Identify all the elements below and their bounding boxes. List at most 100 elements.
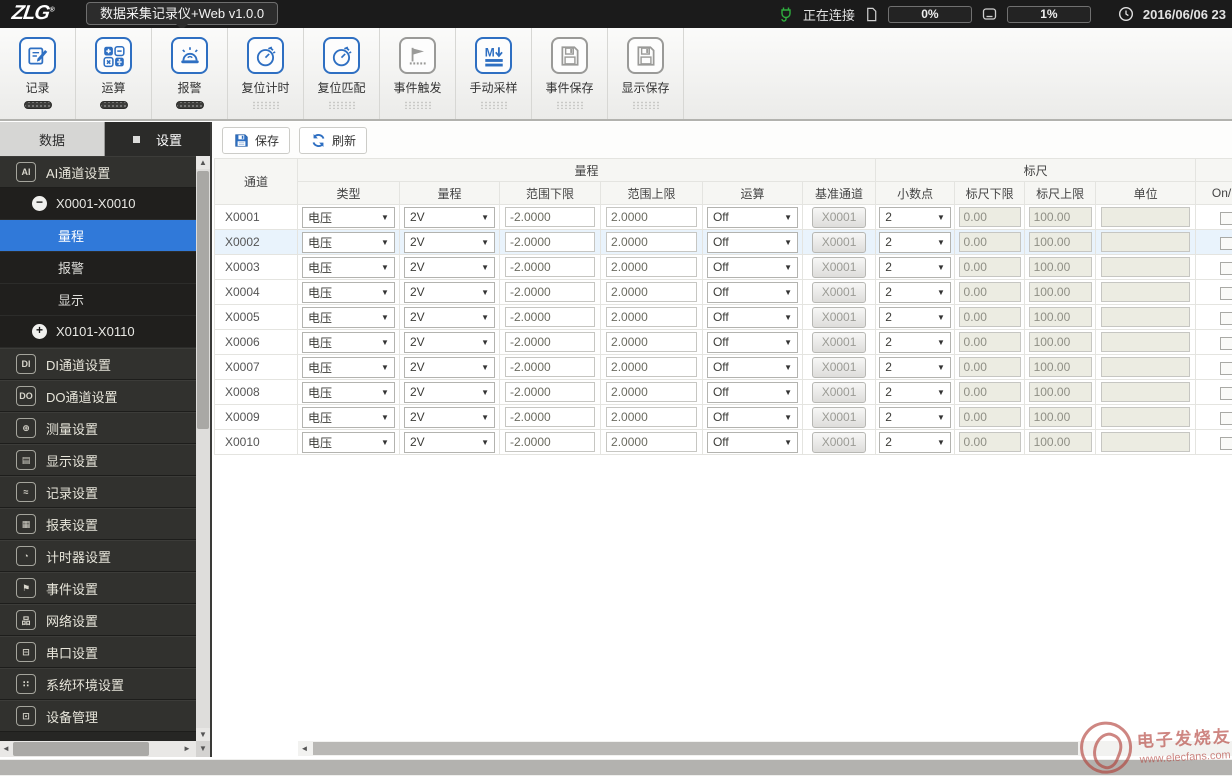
menu-report-set[interactable]: ▦ 报表设置 [0,508,196,540]
onoff-checkbox[interactable] [1220,311,1232,325]
menu-ai-channel[interactable]: AI AI通道设置 [0,156,196,188]
range-low-input[interactable] [505,282,595,302]
calc-select[interactable]: Off ▼ [706,206,799,228]
menu-x0101-x0110[interactable]: + X0101-X0110 [0,316,196,348]
decimal-select[interactable]: 2 ▼ [879,406,951,428]
decimal-select[interactable]: 2 ▼ [879,206,951,228]
menu-range[interactable]: 量程 [0,220,196,252]
range-low-input[interactable] [505,232,595,252]
sidebar-vscroll-thumb[interactable] [197,171,209,429]
range-high-input[interactable] [606,232,697,252]
menu-x0001-x0010[interactable]: − X0001-X0010 [0,188,196,220]
calc-select[interactable]: Off ▼ [706,356,799,378]
range-high-input[interactable] [606,432,697,452]
tree-expander-icon[interactable]: − [32,196,47,211]
decimal-select[interactable]: 2 ▼ [879,306,951,328]
onoff-checkbox[interactable] [1220,436,1232,450]
tab-settings[interactable]: 设置 [105,122,210,156]
scroll-right-icon[interactable]: ► [181,741,193,757]
range-select[interactable]: 2V ▼ [403,231,496,253]
type-select[interactable]: 电压 ▼ [302,256,395,278]
menu-do-channel[interactable]: DO DO通道设置 [0,380,196,412]
scroll-down-icon[interactable]: ▼ [196,728,210,741]
main-hscroll-thumb[interactable] [313,742,1078,755]
sidebar-horizontal-scrollbar[interactable]: ◄ ► [0,741,196,757]
range-low-input[interactable] [505,432,595,452]
range-high-input[interactable] [606,382,697,402]
range-high-input[interactable] [606,407,697,427]
type-select[interactable]: 电压 ▼ [302,306,395,328]
menu-device-mgmt[interactable]: ⊡ 设备管理 [0,700,196,732]
onoff-checkbox[interactable] [1220,261,1232,275]
calc-select[interactable]: Off ▼ [706,281,799,303]
page-horizontal-scrollbar[interactable] [0,759,1232,776]
event-trigger-button[interactable]: 事件触发 [380,28,456,119]
range-select[interactable]: 2V ▼ [403,256,496,278]
onoff-checkbox[interactable] [1220,411,1232,425]
event-save-button[interactable]: 事件保存 [532,28,608,119]
calc-select[interactable]: Off ▼ [706,306,799,328]
calc-select[interactable]: Off ▼ [706,431,799,453]
onoff-checkbox[interactable] [1220,211,1232,225]
range-select[interactable]: 2V ▼ [403,356,496,378]
tab-data[interactable]: 数据 [0,122,105,156]
range-select[interactable]: 2V ▼ [403,381,496,403]
range-high-input[interactable] [606,357,697,377]
menu-display[interactable]: 显示 [0,284,196,316]
range-select[interactable]: 2V ▼ [403,331,496,353]
range-select[interactable]: 2V ▼ [403,406,496,428]
calc-select[interactable]: Off ▼ [706,381,799,403]
scroll-up-icon[interactable]: ▲ [196,156,210,169]
range-high-input[interactable] [606,207,697,227]
manual-sample-button[interactable]: M 手动采样 [456,28,532,119]
range-low-input[interactable] [505,382,595,402]
type-select[interactable]: 电压 ▼ [302,331,395,353]
type-select[interactable]: 电压 ▼ [302,381,395,403]
menu-record-set[interactable]: ≈ 记录设置 [0,476,196,508]
onoff-checkbox[interactable] [1220,386,1232,400]
calc-select[interactable]: Off ▼ [706,231,799,253]
alarm-button[interactable]: 报警 [152,28,228,119]
page-hscroll-thumb[interactable] [0,760,1232,775]
menu-network-set[interactable]: 品 网络设置 [0,604,196,636]
range-low-input[interactable] [505,332,595,352]
range-low-input[interactable] [505,207,595,227]
calc-select[interactable]: Off ▼ [706,256,799,278]
decimal-select[interactable]: 2 ▼ [879,431,951,453]
reset-match-button[interactable]: 复位匹配 [304,28,380,119]
decimal-select[interactable]: 2 ▼ [879,331,951,353]
menu-timer-set[interactable]: ◔ 计时器设置 [0,540,196,572]
range-high-input[interactable] [606,282,697,302]
menu-serial-set[interactable]: ⊟ 串口设置 [0,636,196,668]
type-select[interactable]: 电压 ▼ [302,281,395,303]
save-button[interactable]: 保存 [222,126,291,154]
scroll-left-icon[interactable]: ◄ [298,741,311,756]
menu-display-set[interactable]: ▤ 显示设置 [0,444,196,476]
type-select[interactable]: 电压 ▼ [302,356,395,378]
tree-expander-icon[interactable]: + [32,324,47,339]
type-select[interactable]: 电压 ▼ [302,406,395,428]
range-select[interactable]: 2V ▼ [403,281,496,303]
onoff-checkbox[interactable] [1220,286,1232,300]
range-high-input[interactable] [606,307,697,327]
calc-select[interactable]: Off ▼ [706,406,799,428]
reset-timer-button[interactable]: 复位计时 [228,28,304,119]
range-low-input[interactable] [505,307,595,327]
decimal-select[interactable]: 2 ▼ [879,356,951,378]
menu-measure[interactable]: ⊕ 测量设置 [0,412,196,444]
decimal-select[interactable]: 2 ▼ [879,281,951,303]
scroll-left-icon[interactable]: ◄ [0,741,12,757]
refresh-button[interactable]: 刷新 [299,126,368,154]
range-select[interactable]: 2V ▼ [403,206,496,228]
range-low-input[interactable] [505,357,595,377]
menu-event-set[interactable]: ⚑ 事件设置 [0,572,196,604]
menu-alarm[interactable]: 报警 [0,252,196,284]
sidebar-vertical-scrollbar[interactable]: ▲ ▼ [196,156,210,741]
calc-select[interactable]: Off ▼ [706,331,799,353]
display-save-button[interactable]: 显示保存 [608,28,684,119]
range-high-input[interactable] [606,332,697,352]
decimal-select[interactable]: 2 ▼ [879,231,951,253]
range-low-input[interactable] [505,257,595,277]
type-select[interactable]: 电压 ▼ [302,231,395,253]
calc-button[interactable]: 运算 [76,28,152,119]
